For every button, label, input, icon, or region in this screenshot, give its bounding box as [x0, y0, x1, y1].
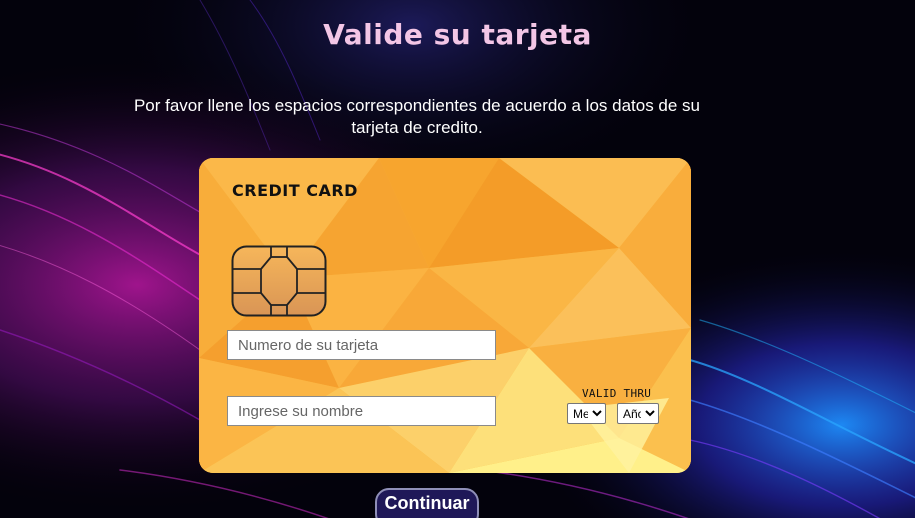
continue-button[interactable]: Continuar: [375, 488, 479, 518]
expiry-year-select[interactable]: Año: [617, 403, 659, 424]
expiry-month-select[interactable]: Mes: [567, 403, 606, 424]
credit-card-form: CREDIT CARD Numero de su tarjeta Ingrese…: [199, 158, 691, 473]
page-root: Valide su tarjeta Por favor llene los es…: [0, 0, 915, 518]
card-title: CREDIT CARD: [232, 181, 358, 200]
sim-chip-icon: [231, 245, 327, 317]
page-title: Valide su tarjeta: [323, 18, 592, 51]
instructions-text: Por favor llene los espacios correspondi…: [133, 96, 701, 137]
cardholder-name-input[interactable]: [227, 396, 496, 426]
card-number-input[interactable]: [227, 330, 496, 360]
valid-thru-label: VALID THRU: [582, 387, 652, 400]
